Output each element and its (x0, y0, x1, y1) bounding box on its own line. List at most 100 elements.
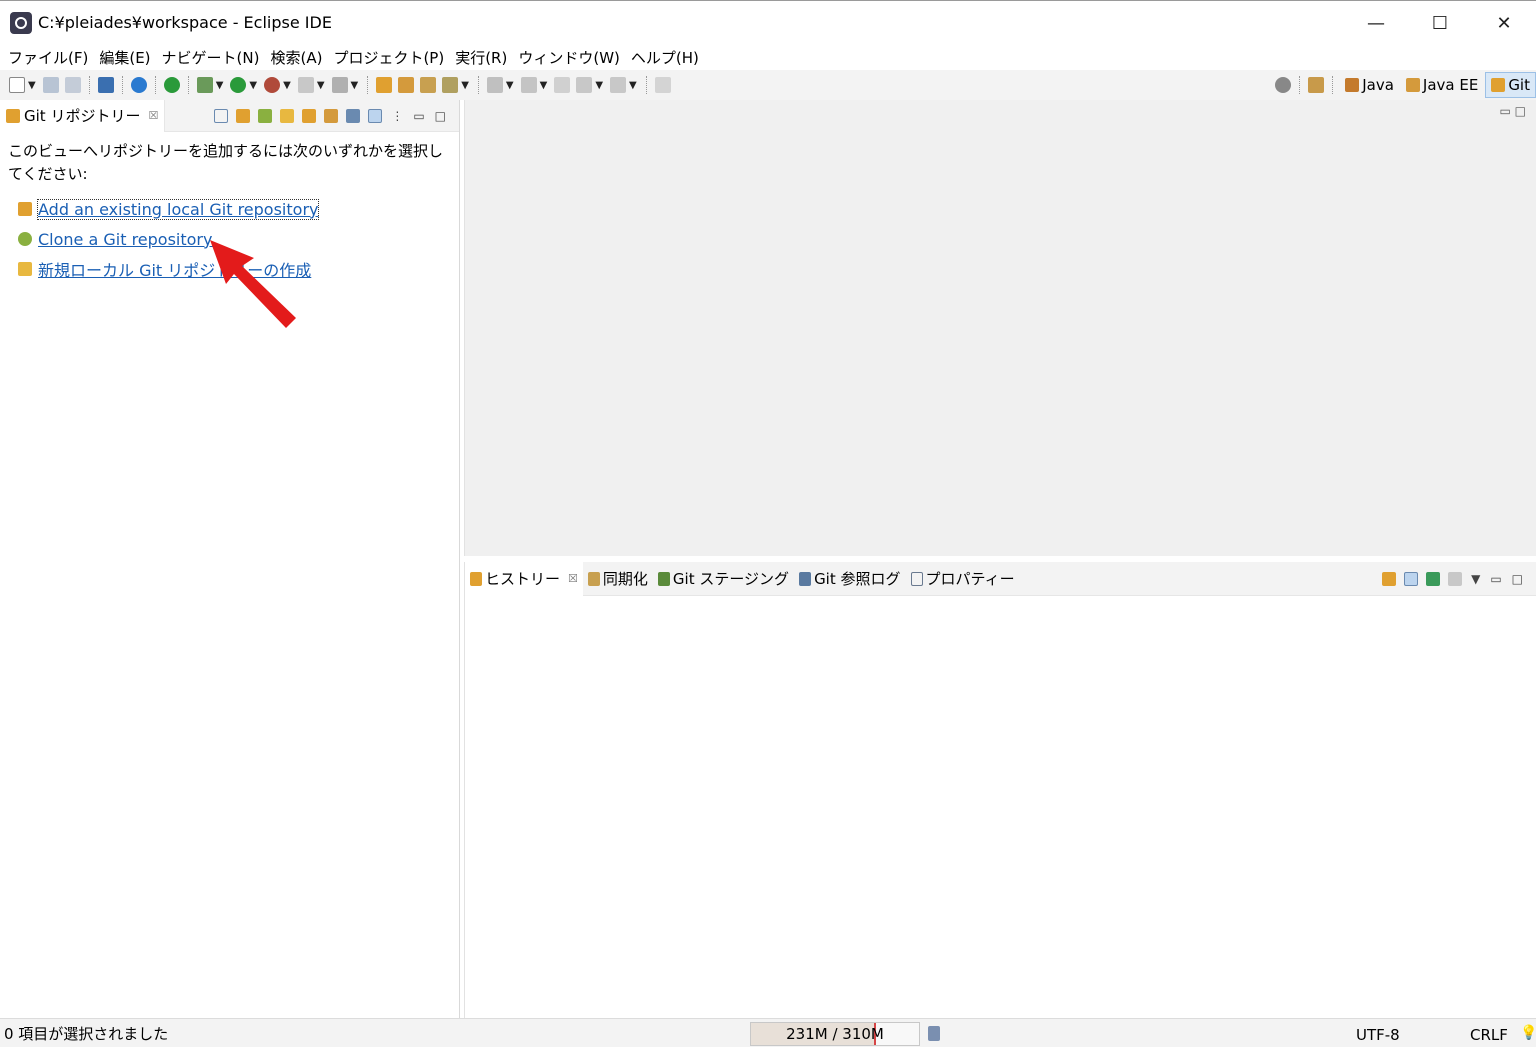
save-icon[interactable] (42, 77, 59, 93)
perspective-git[interactable]: Git (1485, 72, 1536, 98)
git-staging-icon (657, 571, 670, 586)
back-dropdown-icon[interactable]: ▼ (595, 80, 603, 91)
open-task-icon[interactable] (420, 77, 437, 93)
spring-icon[interactable] (163, 77, 180, 93)
clone-repo-toolbar-icon[interactable] (258, 109, 273, 123)
clone-repo-link[interactable]: Clone a Git repository (38, 230, 212, 249)
link-editor-icon[interactable] (324, 109, 339, 123)
toolbar-separator (187, 76, 189, 94)
annotation-dropdown-icon[interactable]: ▼ (461, 80, 469, 91)
tab-properties[interactable]: プロパティー (906, 562, 1020, 596)
menu-navigate[interactable]: ナビゲート(N) (158, 47, 267, 68)
properties-icon (910, 571, 923, 586)
minimize-view-icon[interactable]: ▭ (413, 109, 424, 123)
stop-dropdown-icon[interactable]: ▼ (317, 80, 325, 91)
git-view-toolbar: ⋮ ▭ □ (210, 100, 451, 132)
open-resource-icon[interactable] (398, 77, 415, 93)
menu-project[interactable]: プロジェクト(P) (329, 47, 451, 68)
filter-history-icon[interactable] (1448, 572, 1463, 586)
link-with-editor-icon[interactable] (1382, 572, 1397, 586)
menu-window[interactable]: ウィンドウ(W) (514, 47, 627, 68)
tab-git-staging[interactable]: Git ステージング (653, 562, 794, 596)
menu-run[interactable]: 実行(R) (451, 47, 514, 68)
prev-annotation-dropdown-icon[interactable]: ▼ (540, 80, 548, 91)
tab-close-icon[interactable]: ☒ (148, 109, 158, 122)
compare-mode-icon[interactable] (1426, 572, 1441, 586)
run-dropdown-icon[interactable]: ▼ (249, 80, 257, 91)
synchronize-icon (587, 571, 600, 586)
add-repo-toolbar-icon[interactable] (236, 109, 251, 123)
debug-dropdown-icon[interactable]: ▼ (216, 80, 224, 91)
link-row-add-existing: Add an existing local Git repository (0, 194, 459, 224)
forward-dropdown-icon[interactable]: ▼ (629, 80, 637, 91)
view-menu-icon[interactable]: ⋮ (391, 109, 403, 123)
annotation-arrow-icon (210, 240, 296, 328)
java-perspective-icon (1345, 78, 1360, 92)
debug-icon[interactable] (196, 77, 213, 93)
tab-git-reflog[interactable]: Git 参照ログ (794, 562, 905, 596)
perspective-javaee[interactable]: Java EE (1401, 72, 1483, 98)
pin-history-icon[interactable] (1404, 572, 1419, 586)
encoding-status[interactable]: UTF-8 (1356, 1026, 1400, 1044)
eclipse-icon (10, 11, 32, 34)
tab-synchronize-label: 同期化 (602, 570, 648, 588)
collapse-all-icon[interactable] (214, 109, 229, 123)
minimize-button[interactable]: — (1344, 1, 1408, 45)
editor-minmax-icon[interactable]: ▭ □ (1500, 104, 1527, 118)
external-tools-icon[interactable] (264, 77, 281, 93)
view-menu-dropdown-icon[interactable]: ▼ (1471, 572, 1480, 586)
menu-file[interactable]: ファイル(F) (4, 47, 95, 68)
line-ending-status[interactable]: CRLF (1470, 1026, 1508, 1044)
settings-icon[interactable] (130, 77, 147, 93)
prev-annotation-icon[interactable] (520, 77, 537, 93)
minimize-view-icon[interactable]: ▭ (1490, 572, 1501, 586)
stop-icon[interactable] (297, 77, 314, 93)
filter-icon[interactable] (346, 109, 361, 123)
pin-editor-icon[interactable] (654, 77, 671, 93)
last-edit-icon[interactable] (554, 77, 571, 93)
external-tools-dropdown-icon[interactable]: ▼ (283, 80, 291, 91)
perspective-switcher: Java Java EE Git (1272, 70, 1536, 100)
add-existing-repo-link[interactable]: Add an existing local Git repository (36, 198, 320, 220)
menu-edit[interactable]: 編集(E) (95, 47, 157, 68)
open-type-icon[interactable] (376, 77, 393, 93)
maximize-button[interactable]: ☐ (1408, 1, 1472, 45)
toolbar-separator (154, 76, 156, 94)
create-repo-toolbar-icon[interactable] (280, 109, 295, 123)
link-with-selection-icon[interactable] (368, 109, 383, 123)
server-icon[interactable] (331, 77, 348, 93)
next-annotation-dropdown-icon[interactable]: ▼ (506, 80, 514, 91)
next-annotation-icon[interactable] (486, 77, 503, 93)
garbage-collect-icon[interactable] (928, 1026, 940, 1041)
forward-icon[interactable] (610, 77, 627, 93)
new-repo-icon (18, 262, 32, 276)
heap-status[interactable]: 231M / 310M (750, 1022, 920, 1046)
history-icon (470, 571, 482, 586)
new-dropdown-icon[interactable]: ▼ (28, 80, 36, 91)
tip-lightbulb-icon[interactable]: 💡 (1520, 1025, 1536, 1041)
tab-close-icon[interactable]: ☒ (568, 572, 578, 585)
close-button[interactable]: ✕ (1472, 1, 1536, 45)
server-dropdown-icon[interactable]: ▼ (351, 80, 359, 91)
refresh-icon[interactable] (302, 109, 317, 123)
terminal-icon[interactable] (97, 77, 114, 93)
run-icon[interactable] (230, 77, 247, 93)
back-icon[interactable] (576, 77, 593, 93)
window-title: C:¥pleiades¥workspace - Eclipse IDE (38, 13, 332, 32)
open-perspective-icon[interactable] (1308, 77, 1325, 93)
tab-git-repositories[interactable]: Git リポジトリー ☒ (0, 99, 166, 132)
maximize-view-icon[interactable]: □ (435, 109, 446, 123)
tab-history[interactable]: ヒストリー ☒ (465, 561, 583, 596)
annotation-icon[interactable] (442, 77, 459, 93)
tab-synchronize[interactable]: 同期化 (583, 562, 653, 596)
maximize-view-icon[interactable]: □ (1512, 572, 1523, 586)
menu-search[interactable]: 検索(A) (266, 47, 329, 68)
new-icon[interactable] (9, 77, 25, 93)
menu-help[interactable]: ヘルプ(H) (627, 47, 706, 68)
toolbar-separator (477, 76, 479, 94)
toolbar-separator (1332, 76, 1334, 94)
git-perspective-icon (1491, 78, 1506, 92)
search-icon[interactable] (1275, 77, 1292, 93)
perspective-java[interactable]: Java (1340, 72, 1399, 98)
save-all-icon[interactable] (64, 77, 81, 93)
